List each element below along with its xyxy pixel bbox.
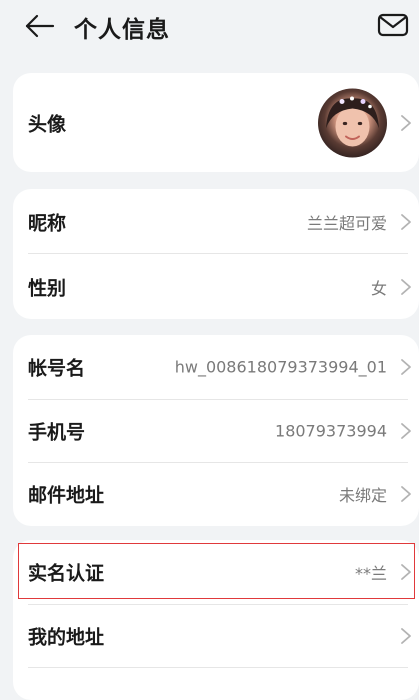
account-row[interactable]: 帐号名 hw_008618079373994_01 — [13, 335, 419, 399]
divider — [28, 667, 408, 668]
address-label: 我的地址 — [28, 626, 105, 649]
avatar-label: 头像 — [28, 113, 67, 135]
identity-card: 实名认证 **兰 我的地址 — [13, 540, 419, 700]
avatar-card: 头像 — [13, 73, 419, 172]
chevron-right-icon — [401, 423, 411, 439]
top-bar: 个人信息 — [0, 0, 419, 52]
mail-icon[interactable] — [376, 10, 410, 40]
nickname-label: 昵称 — [28, 212, 67, 234]
chevron-right-icon — [401, 486, 411, 502]
profile-card: 昵称 兰兰超可爱 性别 女 — [13, 189, 419, 319]
phone-label: 手机号 — [28, 421, 86, 444]
nickname-value: 兰兰超可爱 — [306, 213, 387, 233]
gender-value: 女 — [370, 278, 387, 298]
address-row[interactable]: 我的地址 — [13, 604, 419, 668]
realname-label: 实名认证 — [28, 562, 105, 585]
gender-label: 性别 — [28, 277, 67, 299]
avatar[interactable] — [318, 88, 387, 157]
email-label: 邮件地址 — [28, 484, 105, 507]
back-arrow-icon[interactable] — [22, 8, 58, 44]
realname-value: **兰 — [354, 564, 387, 583]
account-card: 帐号名 hw_008618079373994_01 手机号 1807937399… — [13, 335, 419, 526]
chevron-right-icon — [401, 359, 411, 375]
chevron-right-icon — [401, 278, 411, 295]
gender-row[interactable]: 性别 女 — [13, 254, 419, 319]
email-row[interactable]: 邮件地址 未绑定 — [13, 462, 419, 526]
account-value: hw_008618079373994_01 — [174, 357, 387, 377]
chevron-right-icon — [401, 564, 411, 580]
page-title: 个人信息 — [74, 17, 170, 43]
email-value: 未绑定 — [338, 486, 387, 505]
chevron-right-icon — [401, 213, 411, 230]
phone-row[interactable]: 手机号 18079373994 — [13, 399, 419, 463]
phone-value: 18079373994 — [275, 421, 387, 441]
avatar-row[interactable]: 头像 — [13, 73, 419, 172]
realname-row[interactable]: 实名认证 **兰 — [13, 544, 419, 600]
nickname-row[interactable]: 昵称 兰兰超可爱 — [13, 189, 419, 254]
account-label: 帐号名 — [28, 357, 86, 380]
chevron-right-icon — [401, 628, 411, 644]
chevron-right-icon — [401, 114, 411, 131]
